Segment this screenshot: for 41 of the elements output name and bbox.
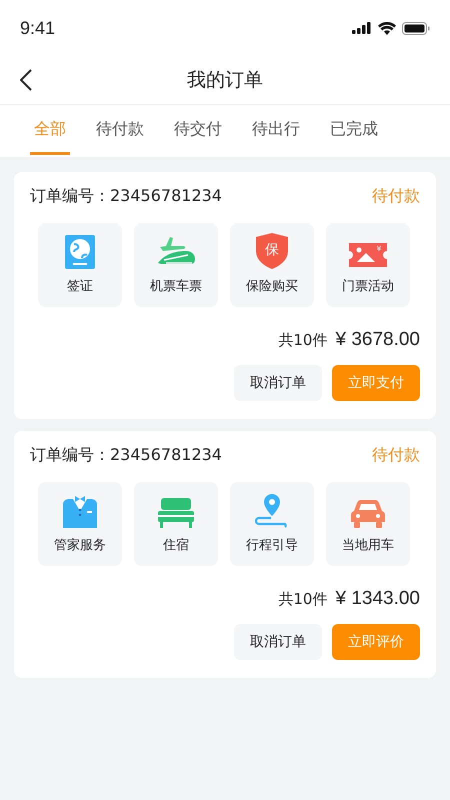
product-label: 住宿 [163,537,189,554]
product-tile[interactable]: 签证 [38,223,122,307]
product-tile[interactable]: 当地用车 [326,482,410,566]
signal-icon [352,22,372,34]
order-total: ¥ 3678.00 [335,329,420,351]
order-number: 订单编号：23456781234 [30,186,222,207]
product-tile[interactable]: 管家服务 [38,482,122,566]
product-tile[interactable]: 保 保险购买 [230,223,314,307]
product-label: 签证 [67,278,93,295]
car-icon [351,500,385,528]
product-label: 管家服务 [54,537,106,554]
item-count: 共10件 [278,590,328,609]
bed-icon [158,498,194,528]
product-tile[interactable]: 行程引导 [230,482,314,566]
secondary-button[interactable]: 取消订单 [234,624,322,660]
tab[interactable]: 已完成 [326,107,382,155]
map-pin-route-icon [255,494,289,528]
product-tile[interactable]: 机票车票 [134,223,218,307]
tab[interactable]: 待交付 [170,107,226,155]
passport-icon [65,235,95,269]
order-status: 待付款 [372,186,420,207]
product-label: 机票车票 [150,278,202,295]
product-label: 门票活动 [342,278,394,295]
tab[interactable]: 待付款 [92,107,148,155]
suit-icon [63,496,97,528]
item-count: 共10件 [278,331,328,350]
back-icon[interactable] [20,69,32,91]
order-status: 待付款 [372,445,420,466]
secondary-button[interactable]: 取消订单 [234,365,322,401]
order-number: 订单编号：23456781234 [30,445,222,466]
product-label: 行程引导 [246,537,298,554]
shield-icon: 保 [256,233,288,269]
product-label: 保险购买 [246,278,298,295]
status-time: 9:41 [20,18,56,38]
page-title: 我的订单 [187,68,263,93]
wifi-icon [378,22,396,34]
order-total: ¥ 1343.00 [335,588,420,610]
product-tile[interactable]: 住宿 [134,482,218,566]
battery-icon [402,22,430,34]
product-label: 当地用车 [342,537,394,554]
tab[interactable]: 待出行 [248,107,304,155]
